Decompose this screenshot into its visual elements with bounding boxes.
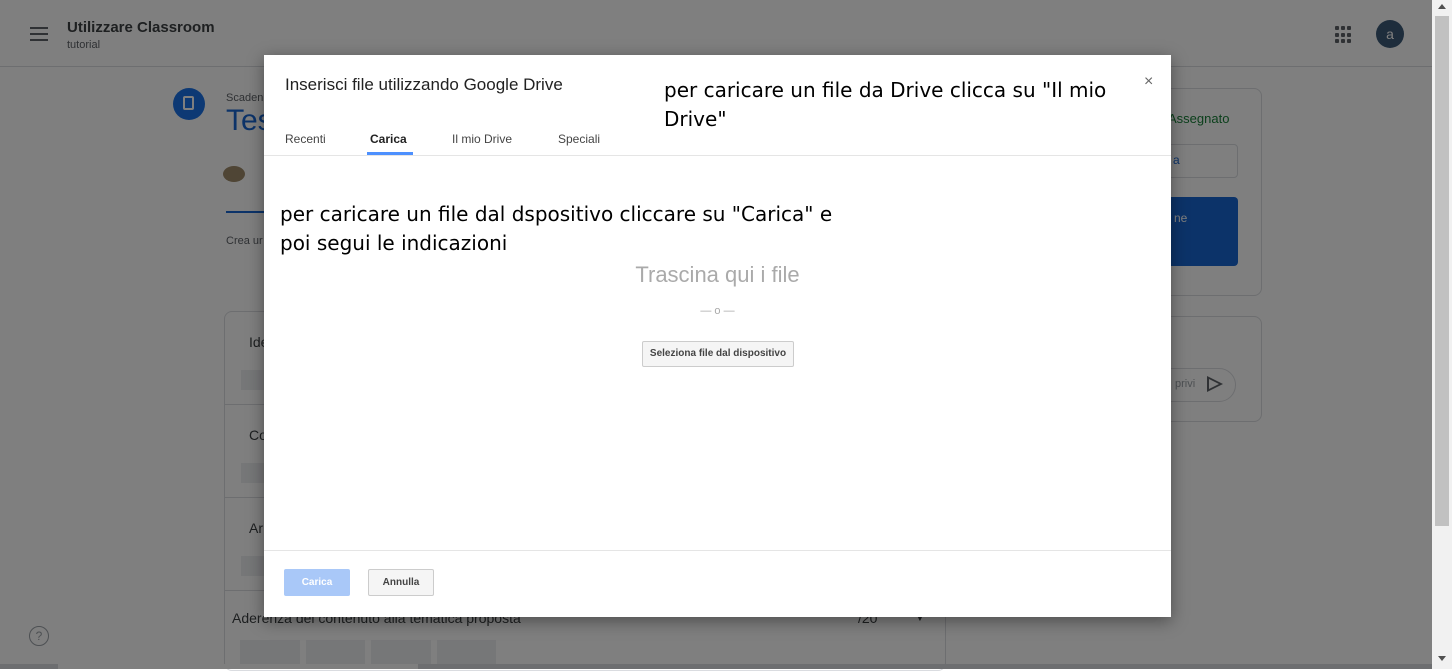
tab-il-mio-drive[interactable]: Il mio Drive — [452, 132, 512, 146]
upload-button[interactable]: Carica — [284, 569, 350, 596]
dialog-footer: Carica Annulla — [264, 550, 1171, 618]
close-icon[interactable]: × — [1144, 73, 1153, 91]
drive-picker-dialog: Inserisci file utilizzando Google Drive … — [264, 55, 1171, 617]
active-tab-indicator — [367, 152, 413, 155]
or-separator: — o — — [700, 305, 735, 317]
scroll-up-icon[interactable] — [1438, 4, 1446, 9]
tab-recenti[interactable]: Recenti — [285, 132, 326, 146]
select-file-button[interactable]: Seleziona file dal dispositivo — [642, 341, 794, 367]
tab-speciali[interactable]: Speciali — [558, 132, 600, 146]
drop-zone-text: Trascina qui i file — [635, 262, 800, 287]
annotation-drive-hint: per caricare un file da Drive clicca su … — [664, 78, 1107, 131]
scroll-down-icon[interactable] — [1438, 656, 1446, 661]
scrollbar-thumb[interactable] — [1435, 16, 1449, 526]
annotation-device-hint: per caricare un file dal dspositivo clic… — [280, 202, 833, 255]
dialog-title: Inserisci file utilizzando Google Drive — [285, 75, 563, 94]
tab-carica[interactable]: Carica — [370, 132, 407, 146]
cancel-button[interactable]: Annulla — [368, 569, 434, 596]
